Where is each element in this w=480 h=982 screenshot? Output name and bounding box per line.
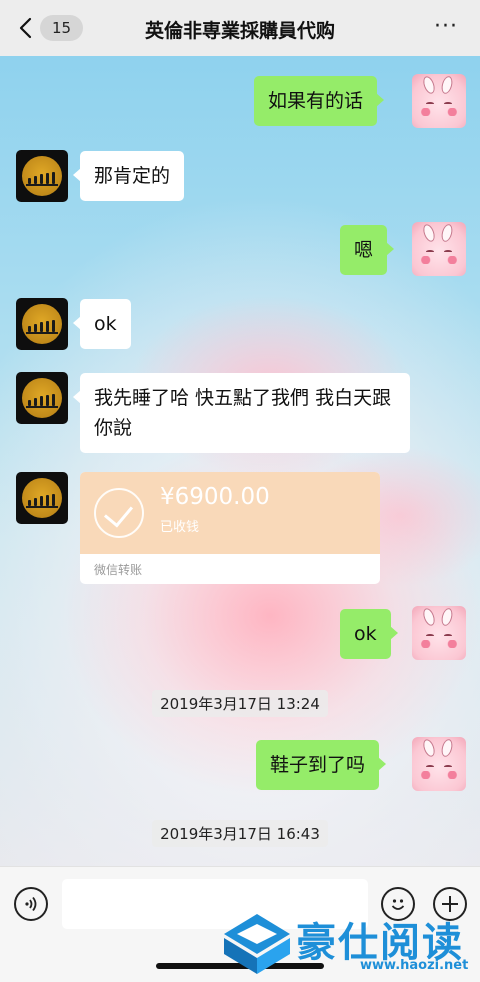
back-button[interactable]: 15 bbox=[18, 14, 84, 42]
timestamp-text: 2019年3月17日 16:43 bbox=[152, 820, 328, 847]
more-dots-icon[interactable]: ··· bbox=[434, 16, 458, 38]
message-timestamp: 2019年3月17日 16:43 bbox=[0, 820, 480, 847]
incoming-message[interactable]: 那肯定的 bbox=[72, 151, 185, 201]
outgoing-message[interactable]: 嗯 bbox=[340, 225, 395, 275]
chat-wallpaper bbox=[0, 56, 480, 866]
book-logo-icon bbox=[224, 914, 290, 974]
message-timestamp: 2019年3月17日 13:24 bbox=[0, 690, 480, 717]
unread-count-badge: 15 bbox=[40, 15, 84, 41]
self-avatar[interactable] bbox=[412, 74, 466, 128]
watermark: 豪仕阅读 www.haozi.net bbox=[222, 906, 480, 982]
wechat-transfer-card[interactable]: ¥6900.00 已收钱 微信转账 bbox=[80, 472, 380, 584]
timestamp-text: 2019年3月17日 13:24 bbox=[152, 690, 328, 717]
chevron-left-icon bbox=[19, 17, 32, 39]
contact-avatar[interactable] bbox=[16, 372, 68, 424]
transfer-footer: 微信转账 bbox=[94, 563, 143, 577]
incoming-message[interactable]: 我先睡了哈 快五點了我們 我白天跟你說 bbox=[73, 373, 410, 453]
chat-header: 15 英倫非専業採購員代购 ··· bbox=[0, 0, 480, 56]
transfer-card-header: ¥6900.00 已收钱 bbox=[80, 472, 380, 554]
outgoing-message[interactable]: ok bbox=[340, 609, 398, 659]
self-avatar[interactable] bbox=[412, 222, 466, 276]
contact-avatar[interactable] bbox=[16, 298, 68, 350]
contact-avatar[interactable] bbox=[16, 150, 68, 202]
transfer-amount: ¥6900.00 bbox=[160, 484, 270, 510]
self-avatar[interactable] bbox=[412, 606, 466, 660]
outgoing-message[interactable]: 鞋子到了吗 bbox=[256, 740, 387, 790]
checkmark-icon bbox=[94, 488, 144, 538]
watermark-url: www.haozi.net bbox=[360, 958, 469, 973]
voice-button[interactable] bbox=[14, 887, 48, 921]
outgoing-message[interactable]: 如果有的话 bbox=[254, 76, 385, 126]
contact-avatar[interactable] bbox=[16, 472, 68, 524]
voice-icon bbox=[25, 896, 37, 912]
transfer-status: 已收钱 bbox=[160, 520, 200, 535]
self-avatar[interactable] bbox=[412, 737, 466, 791]
incoming-message[interactable]: ok bbox=[73, 299, 131, 349]
